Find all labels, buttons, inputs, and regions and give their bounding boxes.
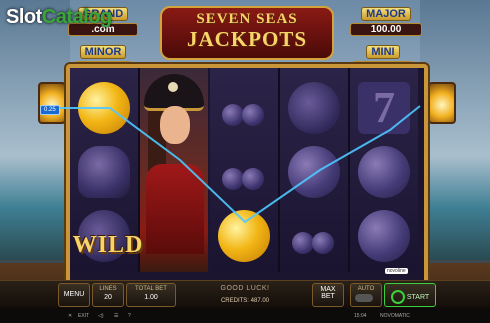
menu-button-label: MENU [63, 291, 85, 298]
start-content: START [385, 290, 435, 304]
credits-label: CREDITS: [220, 298, 249, 304]
help-icon[interactable]: ? [128, 313, 131, 319]
credits-value: 487.00 [250, 298, 270, 304]
settings-icon[interactable]: ☰ [114, 313, 118, 319]
control-bar: MENU LINES 20 TOTAL BET 1.00 GOOD LUCK! … [0, 280, 490, 309]
exit-link[interactable]: EXIT [78, 313, 89, 319]
lines-label: LINES [99, 286, 117, 292]
brand-name: NOVOMATIC [380, 313, 410, 319]
lines-selector[interactable]: LINES 20 [92, 283, 124, 307]
spin-icon [390, 290, 405, 304]
total-bet-value: 1.00 [144, 294, 158, 301]
sound-icon[interactable]: ◁) [98, 313, 104, 319]
credits-display: CREDITS: 487.00 [190, 298, 300, 304]
payline-overlay [54, 105, 421, 224]
total-bet-label: TOTAL BET [135, 286, 167, 292]
lines-value: 20 [104, 294, 112, 301]
status-message: GOOD LUCK! [220, 285, 270, 292]
menu-button[interactable]: MENU [58, 283, 90, 307]
provider-badge: novoline [385, 268, 408, 274]
watermark-catalog: Catalog [41, 6, 112, 28]
auto-toggle-icon[interactable] [355, 294, 373, 302]
status-bar: ✕ EXIT ◁) ☰ ? 15:04 NOVOMATIC [0, 308, 490, 323]
exit-icon[interactable]: ✕ [68, 313, 72, 319]
auto-button[interactable]: AUTO [350, 283, 382, 307]
max-bet-label-line1: MAX [320, 286, 336, 293]
line-marker: 0.25 [40, 105, 60, 115]
clock-time: 15:04 [354, 313, 367, 319]
max-bet-button[interactable]: MAX BET [312, 283, 344, 307]
start-button[interactable]: START [384, 283, 436, 307]
auto-label: AUTO [357, 286, 375, 292]
max-bet-label-line2: BET [321, 293, 335, 300]
winning-payline [54, 105, 421, 224]
total-bet-selector[interactable]: TOTAL BET 1.00 [126, 283, 176, 307]
start-label: START [406, 293, 430, 301]
watermark-slot: Slot [6, 6, 42, 28]
watermark-logo: SlotCatalog [6, 6, 112, 29]
